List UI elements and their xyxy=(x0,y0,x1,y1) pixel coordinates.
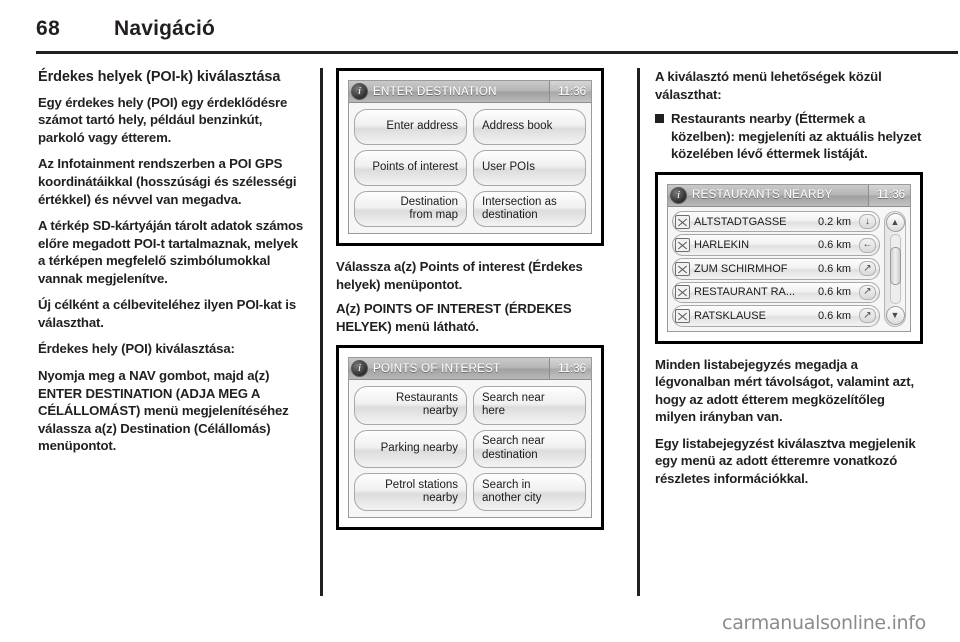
chapter-title: Navigáció xyxy=(114,17,216,40)
screen-titlebar: i ENTER DESTINATION 11:36 xyxy=(349,81,591,103)
page-number: 68 xyxy=(36,17,61,40)
watermark: carmanualsonline.info xyxy=(722,612,926,634)
list-item[interactable]: RATSKLAUSE 0.6 km ↗ xyxy=(672,305,880,327)
list-item[interactable]: HARLEKIN 0.6 km ← xyxy=(672,234,880,256)
menu-button-restaurants-nearby[interactable]: Restaurants nearby xyxy=(354,386,467,425)
header-divider xyxy=(36,51,958,54)
direction-arrow-icon: ↗ xyxy=(859,261,876,277)
paragraph: Nyomja meg a NAV gombot, majd a(z) ENTER… xyxy=(38,367,289,454)
list-scrollbar[interactable]: ▲ ▼ xyxy=(884,210,906,327)
info-icon: i xyxy=(351,83,368,100)
list-item[interactable]: ALTSTADTGASSE 0.2 km ↓ xyxy=(672,210,880,233)
restaurant-name: HARLEKIN xyxy=(694,239,750,252)
infotainment-screen: i ENTER DESTINATION 11:36 Enter address … xyxy=(348,80,592,234)
caption: Válassza a(z) Points of interest (Érdeke… xyxy=(336,259,583,292)
clock: 11:36 xyxy=(868,184,910,206)
menu-button-petrol-stations-nearby[interactable]: Petrol stations nearby xyxy=(354,472,467,512)
direction-arrow-icon: ↗ xyxy=(859,284,876,300)
info-icon: i xyxy=(351,360,368,378)
screenshot-restaurants-nearby: i RESTAURANTS NEARBY 11:36 ALTSTADTGASSE… xyxy=(655,171,923,344)
paragraph: A kiválasztó menü lehetőségek közül vála… xyxy=(655,69,882,102)
poi-marker-icon xyxy=(675,238,690,253)
column-divider-2 xyxy=(637,68,640,596)
paragraph: A térkép SD-kártyáján tárolt adatok szám… xyxy=(38,218,304,286)
menu-button-intersection-as-destination[interactable]: Intersection as destination xyxy=(473,191,586,227)
subsection-title: Érdekes hely (POI) kiválasztása: xyxy=(38,341,235,357)
restaurant-name: RATSKLAUSE xyxy=(694,309,766,322)
menu-button-search-near-destination[interactable]: Search near destination xyxy=(473,429,586,468)
menu-button-search-in-another-city[interactable]: Search in another city xyxy=(473,472,586,512)
menu-button-parking-nearby[interactable]: Parking nearby xyxy=(354,429,467,468)
screen-title: ENTER DESTINATION xyxy=(373,85,497,98)
caption: A(z) POINTS OF INTEREST (ÉRDEKES HELYEK)… xyxy=(336,301,572,334)
chevron-down-icon[interactable]: ▼ xyxy=(885,305,905,325)
menu-button-user-pois[interactable]: User POIs xyxy=(473,150,586,186)
screen-title: RESTAURANTS NEARBY xyxy=(692,189,833,202)
screen-titlebar: i RESTAURANTS NEARBY 11:36 xyxy=(668,184,910,207)
menu-grid: Restaurants nearby Search near here Parkin… xyxy=(349,380,591,518)
direction-arrow-icon: ← xyxy=(859,237,876,253)
poi-marker-icon xyxy=(675,308,690,323)
menu-button-enter-address[interactable]: Enter address xyxy=(354,109,467,145)
screen-title: POINTS OF INTEREST xyxy=(373,362,501,375)
paragraph: Egy listabejegyzést kiválasztva megjelen… xyxy=(655,435,916,487)
poi-marker-icon xyxy=(675,261,690,276)
left-column: Érdekes helyek (POI-k) kiválasztása Egy … xyxy=(38,68,306,464)
restaurant-name: ALTSTADTGASSE xyxy=(694,215,787,228)
paragraph: Egy érdekes hely (POI) egy érdeklődésre … xyxy=(38,94,288,145)
screenshot-enter-destination: i ENTER DESTINATION 11:36 Enter address … xyxy=(336,68,604,246)
screenshot-points-of-interest: i POINTS OF INTEREST 11:36 Restaurants ne… xyxy=(336,345,604,531)
direction-arrow-icon: ↗ xyxy=(859,308,876,324)
menu-grid: Enter address Address book Points of int… xyxy=(349,103,591,233)
right-column: A kiválasztó menü lehetőségek közül vála… xyxy=(655,68,923,497)
paragraph: Az Infotainment rendszerben a POI GPS ko… xyxy=(38,156,297,207)
infotainment-screen: i RESTAURANTS NEARBY 11:36 ALTSTADTGASSE… xyxy=(667,183,911,332)
restaurant-distance: 0.6 km xyxy=(817,309,851,322)
bullet-label: Restaurants nearby (Éttermek a közelben)… xyxy=(671,111,922,162)
info-icon: i xyxy=(670,186,687,204)
clock: 11:36 xyxy=(549,358,591,380)
restaurant-distance: 0.6 km xyxy=(817,262,851,275)
middle-column: i ENTER DESTINATION 11:36 Enter address … xyxy=(336,68,604,531)
bullet-item: Restaurants nearby (Éttermek a közelben)… xyxy=(655,110,923,163)
section-title: Érdekes helyek (POI-k) kiválasztása xyxy=(38,69,281,85)
menu-button-destination-from-map[interactable]: Destination from map xyxy=(354,191,467,227)
direction-arrow-icon: ↓ xyxy=(859,214,876,230)
manual-page: 68 Navigáció Érdekes helyek (POI-k) kivá… xyxy=(0,0,960,642)
menu-button-search-near-here[interactable]: Search near here xyxy=(473,386,586,425)
list-item[interactable]: ZUM SCHIRMHOF 0.6 km ↗ xyxy=(672,257,880,280)
restaurant-list: ALTSTADTGASSE 0.2 km ↓ HARLEKIN 0.6 km ← xyxy=(672,210,880,327)
column-divider-1 xyxy=(320,68,323,596)
restaurant-name: RESTAURANT RA... xyxy=(694,286,796,299)
clock: 11:36 xyxy=(549,81,591,102)
screen-titlebar: i POINTS OF INTEREST 11:36 xyxy=(349,358,591,381)
menu-button-address-book[interactable]: Address book xyxy=(473,109,586,145)
paragraph: Új célként a célbeviteléhez ilyen POI-ka… xyxy=(38,297,297,330)
restaurant-distance: 0.6 km xyxy=(817,239,851,252)
restaurant-distance: 0.6 km xyxy=(817,286,851,299)
scrollbar-thumb[interactable] xyxy=(889,246,901,286)
page-header: 68 Navigáció xyxy=(36,14,924,44)
poi-marker-icon xyxy=(675,285,690,300)
menu-button-points-of-interest[interactable]: Points of interest xyxy=(354,150,467,186)
restaurant-distance: 0.2 km xyxy=(817,215,851,228)
scrollbar-track[interactable] xyxy=(889,233,901,304)
paragraph: Minden listabejegyzés megadja a légvonal… xyxy=(655,356,914,425)
chevron-up-icon[interactable]: ▲ xyxy=(885,212,905,232)
list-item[interactable]: RESTAURANT RA... 0.6 km ↗ xyxy=(672,281,880,304)
restaurant-list-area: ALTSTADTGASSE 0.2 km ↓ HARLEKIN 0.6 km ← xyxy=(668,206,910,331)
infotainment-screen: i POINTS OF INTEREST 11:36 Restaurants ne… xyxy=(348,357,592,519)
poi-marker-icon xyxy=(675,214,690,229)
bullet-square-icon xyxy=(655,114,664,124)
restaurant-name: ZUM SCHIRMHOF xyxy=(694,262,788,275)
